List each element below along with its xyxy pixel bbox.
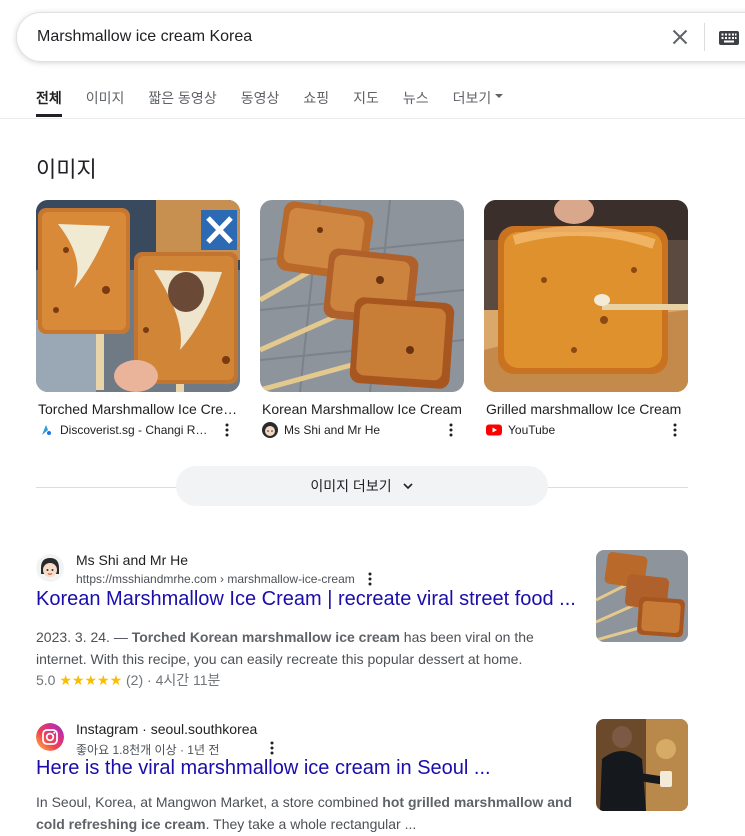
- caret-down-icon: [495, 94, 504, 98]
- result-meta: 좋아요 1.8천개 이상 · 1년 전: [76, 743, 220, 757]
- image-thumbnail[interactable]: [260, 200, 464, 392]
- site-favicon: [36, 554, 64, 582]
- image-source-name: Discoverist.sg - Changi Recommends: [60, 423, 210, 437]
- result-site-name: Ms Shi and Mr He: [76, 552, 189, 568]
- search-input[interactable]: Marshmallow ice cream Korea: [37, 28, 252, 46]
- image-thumbnail[interactable]: [36, 200, 240, 392]
- result-snippet-bold: Torched Korean marshmallow ice cream: [131, 629, 400, 645]
- more-options-icon[interactable]: [670, 422, 680, 438]
- image-title[interactable]: Torched Marshmallow Ice Cream: [38, 401, 238, 417]
- tab-all[interactable]: 전체: [36, 88, 62, 118]
- image-source: YouTube: [486, 422, 686, 438]
- star-rating-icon: ★★★★★: [59, 672, 123, 688]
- image-source: Discoverist.sg - Changi Recommends: [38, 422, 238, 438]
- cook-duration: · 4시간 11분: [147, 672, 221, 688]
- more-images-button[interactable]: 이미지 더보기: [176, 466, 548, 506]
- image-source: Ms Shi and Mr He: [262, 422, 462, 438]
- image-result-card[interactable]: Torched Marshmallow Ice Cream Discoveris…: [36, 200, 240, 437]
- result-date: 2023. 3. 24. —: [36, 629, 132, 645]
- result-snippet-text: In Seoul, Korea, at Mangwon Market, a st…: [36, 794, 383, 810]
- tab-videos[interactable]: 동영상: [241, 88, 280, 118]
- image-thumbnail[interactable]: [484, 200, 688, 392]
- keyboard-icon[interactable]: [717, 26, 741, 50]
- chevron-down-icon: [403, 483, 413, 490]
- more-images-label: 이미지 더보기: [310, 478, 392, 494]
- tab-more[interactable]: 더보기: [453, 88, 504, 118]
- result-snippet: In Seoul, Korea, at Mangwon Market, a st…: [36, 791, 576, 835]
- result-title-link[interactable]: Korean Marshmallow Ice Cream | recreate …: [36, 588, 576, 611]
- youtube-icon: [486, 424, 502, 436]
- search-result: Instagram · seoul.southkorea 좋아요 1.8천개 이…: [36, 719, 688, 836]
- clear-search-icon[interactable]: [668, 25, 692, 49]
- result-thumbnail[interactable]: [596, 719, 688, 811]
- result-thumbnail[interactable]: [596, 550, 688, 642]
- rating-count: (2): [126, 672, 144, 688]
- image-source-name: YouTube: [508, 423, 556, 437]
- result-snippet: 2023. 3. 24. — Torched Korean marshmallo…: [36, 626, 576, 670]
- result-url[interactable]: https://msshiandmrhe.com › marshmallow-i…: [76, 572, 355, 586]
- more-options-icon[interactable]: [446, 422, 456, 438]
- more-options-icon[interactable]: [222, 422, 232, 438]
- tab-maps[interactable]: 지도: [353, 88, 379, 118]
- more-options-icon[interactable]: [365, 571, 375, 587]
- rating-value: 5.0: [36, 672, 56, 688]
- search-tabs: 전체 이미지 짧은 동영상 동영상 쇼핑 지도 뉴스 더보기: [36, 88, 527, 118]
- result-title-link[interactable]: Here is the viral marshmallow ice cream …: [36, 757, 491, 780]
- images-section-title: 이미지: [36, 157, 97, 182]
- tab-shopping[interactable]: 쇼핑: [303, 88, 329, 118]
- search-bar[interactable]: Marshmallow ice cream Korea: [16, 12, 745, 62]
- tab-news[interactable]: 뉴스: [403, 88, 429, 118]
- result-rating: 5.0 ★★★★★ (2) · 4시간 11분: [36, 670, 220, 690]
- instagram-icon: [36, 723, 64, 751]
- tabs-divider: [0, 118, 745, 119]
- image-result-card[interactable]: Korean Marshmallow Ice Cream Ms Shi and …: [260, 200, 464, 438]
- search-result: Ms Shi and Mr He https://msshiandmrhe.co…: [36, 550, 688, 692]
- tab-short-videos[interactable]: 짧은 동영상: [148, 88, 216, 118]
- image-result-card[interactable]: Grilled marshmallow Ice Cream YouTube: [484, 200, 688, 437]
- image-title[interactable]: Grilled marshmallow Ice Cream: [486, 401, 686, 417]
- result-site-name: Instagram · seoul.southkorea: [76, 721, 258, 737]
- mshi-avatar-icon: [262, 422, 278, 438]
- more-options-icon[interactable]: [267, 740, 277, 756]
- search-divider: [704, 23, 705, 51]
- result-snippet-text: . They take a whole rectangular ...: [205, 816, 417, 832]
- tab-images[interactable]: 이미지: [86, 88, 125, 118]
- image-title[interactable]: Korean Marshmallow Ice Cream: [262, 401, 462, 417]
- discoverist-icon: [42, 425, 51, 435]
- image-source-name: Ms Shi and Mr He: [284, 423, 381, 437]
